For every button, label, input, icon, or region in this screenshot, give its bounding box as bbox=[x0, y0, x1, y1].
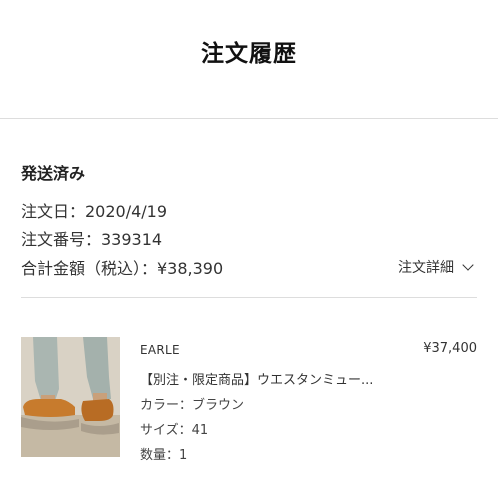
order-history-page: 注文履歴 発送済み 注文日：2020/4/19 注文番号：339314 合計金額… bbox=[0, 0, 498, 498]
product-size: サイズ：41 bbox=[140, 423, 209, 438]
product-name[interactable]: 【別注・限定商品】ウエスタンミュー... bbox=[140, 369, 405, 388]
product-brand: EARLE bbox=[140, 343, 180, 357]
product-thumbnail[interactable] bbox=[21, 337, 120, 457]
page-header: 注文履歴 bbox=[0, 0, 498, 119]
product-quantity: 数量：1 bbox=[140, 448, 188, 463]
order-number: 注文番号：339314 bbox=[21, 230, 163, 249]
product-price: ¥37,400 bbox=[423, 341, 477, 356]
order-detail-link[interactable]: 注文詳細 bbox=[398, 257, 474, 277]
chevron-down-icon bbox=[462, 258, 474, 271]
product-color: カラー：ブラウン bbox=[140, 398, 245, 413]
order-date: 注文日：2020/4/19 bbox=[21, 202, 168, 221]
order-status: 発送済み bbox=[21, 164, 86, 183]
order-total: 合計金額（税込）：¥38,390 bbox=[21, 259, 224, 278]
order-item: EARLE ¥37,400 【別注・限定商品】ウエスタンミュー... カラー：ブ… bbox=[0, 337, 498, 467]
page-title: 注文履歴 bbox=[201, 41, 297, 67]
divider bbox=[21, 297, 477, 298]
order-detail-label: 注文詳細 bbox=[398, 260, 454, 276]
